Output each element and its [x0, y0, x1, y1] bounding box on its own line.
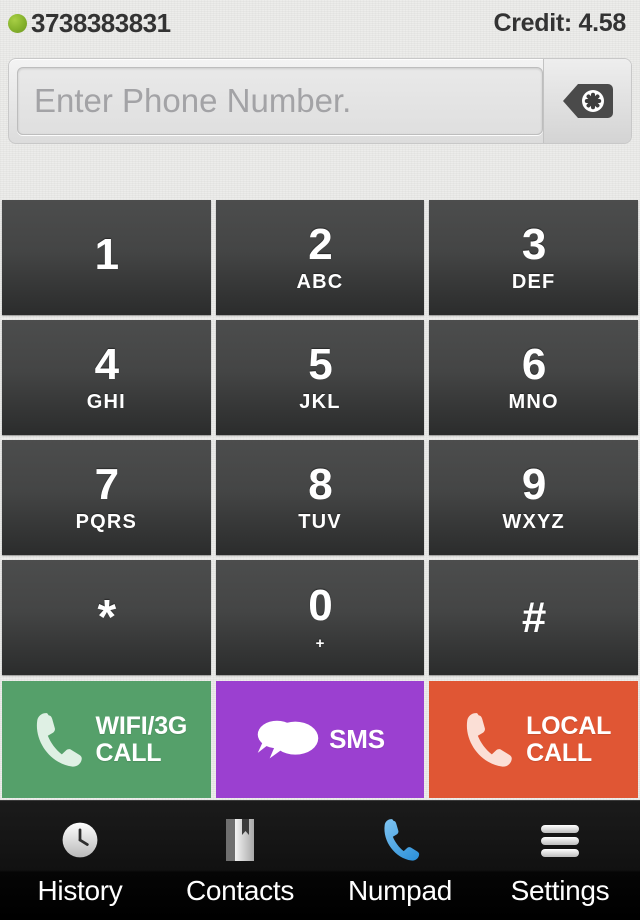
bottom-tab-bar: History Contacts Numpad Settings: [0, 800, 640, 920]
key-6[interactable]: 6 MNO: [429, 320, 638, 435]
tab-label: Settings: [510, 875, 610, 906]
key-digit: 2: [308, 220, 333, 269]
book-icon: [220, 813, 260, 867]
tab-label: Contacts: [185, 875, 295, 906]
key-letters: GHI: [86, 391, 126, 413]
key-0[interactable]: 0 +: [215, 560, 425, 675]
key-digit: 7: [94, 460, 120, 509]
key-letters: PQRS: [75, 511, 138, 533]
tab-label: Numpad: [347, 875, 453, 906]
action-label-line1: LOCAL: [526, 712, 612, 741]
key-digit: *: [97, 590, 116, 644]
key-letters: TUV: [298, 511, 342, 533]
action-button-row: WIFI/3G CALL SMS LOCAL CALL: [0, 681, 640, 798]
key-3[interactable]: 3 DEF: [429, 200, 638, 315]
phone-handset-icon: [467, 712, 512, 767]
action-label-line1: WIFI/3G: [95, 712, 188, 741]
key-digit: #: [521, 592, 547, 642]
key-digit: 4: [94, 340, 120, 389]
online-status-dot: [8, 13, 27, 33]
key-2[interactable]: 2 ABC: [215, 200, 425, 315]
phone-number-input[interactable]: [17, 67, 543, 135]
key-letters: +: [315, 635, 325, 652]
key-star[interactable]: *: [2, 560, 211, 675]
dialpad: 1 2 ABC 3 DEF 4 GHI 5 JKL 6 MNO 7 PQRS 8…: [0, 200, 640, 675]
tab-numpad[interactable]: Numpad: [320, 801, 480, 920]
key-digit: 6: [521, 340, 547, 389]
key-1[interactable]: 1: [2, 200, 211, 315]
key-hash[interactable]: #: [429, 560, 638, 675]
key-digit: 5: [308, 340, 333, 389]
key-letters: DEF: [511, 271, 556, 293]
action-label-line2: CALL: [95, 738, 162, 767]
account-number: 3738383831: [31, 7, 171, 38]
backspace-delete-icon: [562, 84, 613, 118]
phone-input-row: [8, 58, 632, 144]
tab-history[interactable]: History: [0, 801, 160, 920]
phone-icon: [376, 813, 424, 867]
tab-contacts[interactable]: Contacts: [160, 801, 320, 920]
key-letters: ABC: [296, 271, 344, 293]
key-8[interactable]: 8 TUV: [215, 440, 425, 555]
key-7[interactable]: 7 PQRS: [2, 440, 211, 555]
action-label-line1: SMS: [329, 723, 385, 754]
key-4[interactable]: 4 GHI: [2, 320, 211, 435]
key-digit: 0: [308, 581, 333, 630]
key-digit: 3: [521, 220, 547, 269]
wifi-3g-call-button[interactable]: WIFI/3G CALL: [2, 681, 211, 798]
tab-settings[interactable]: Settings: [480, 801, 640, 920]
backspace-button[interactable]: [543, 59, 631, 143]
key-digit: 9: [521, 460, 547, 509]
key-letters: MNO: [508, 391, 559, 413]
key-9[interactable]: 9 WXYZ: [429, 440, 638, 555]
key-5[interactable]: 5 JKL: [215, 320, 425, 435]
tab-label: History: [37, 875, 123, 906]
clock-icon: [58, 813, 102, 867]
speech-bubbles-icon: [257, 720, 319, 758]
key-letters: WXYZ: [502, 511, 565, 533]
phone-handset-icon: [36, 712, 82, 767]
credit-balance: Credit: 4.58: [493, 8, 626, 37]
action-label-line2: CALL: [526, 738, 592, 767]
local-call-button[interactable]: LOCAL CALL: [429, 681, 638, 798]
key-digit: 8: [308, 460, 333, 509]
key-letters: JKL: [299, 391, 341, 413]
key-digit: 1: [94, 230, 120, 279]
status-bar: 3738383831 Credit: 4.58: [0, 0, 640, 46]
hamburger-icon: [536, 813, 584, 867]
sms-button[interactable]: SMS: [215, 681, 425, 798]
